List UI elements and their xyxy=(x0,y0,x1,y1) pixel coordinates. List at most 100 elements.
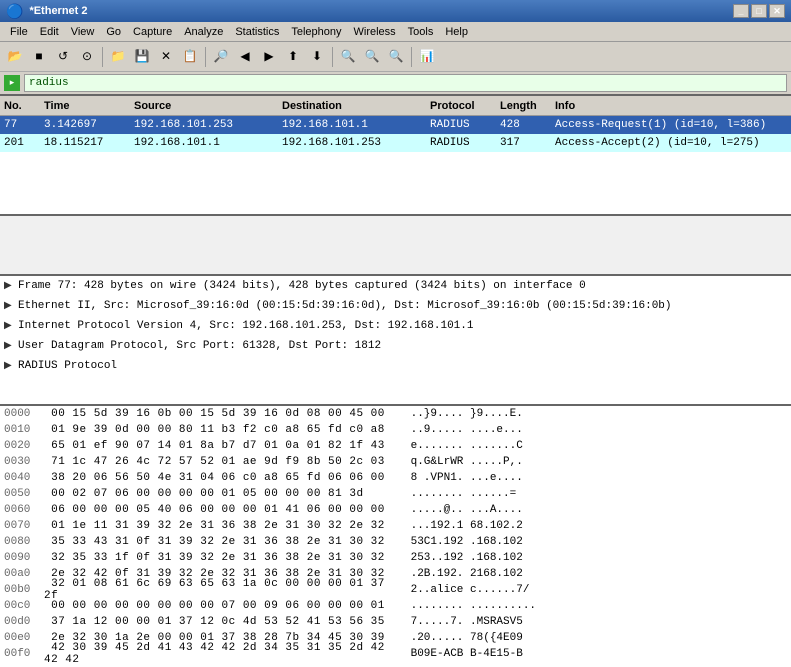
menu-view[interactable]: View xyxy=(65,25,101,39)
menu-statistics[interactable]: Statistics xyxy=(229,25,285,39)
hex-row-00f0[interactable]: 00f0 42 30 39 45 2d 41 43 42 42 2d 34 35… xyxy=(0,646,791,662)
hex-row-0050[interactable]: 0050 00 02 07 06 00 00 00 00 01 05 00 00… xyxy=(0,486,791,502)
hex-row-00b0[interactable]: 00b0 32 01 08 61 6c 69 63 65 63 1a 0c 00… xyxy=(0,582,791,598)
hex-offset: 00b0 xyxy=(4,584,44,596)
detail-row-ethernet[interactable]: ▶ Ethernet II, Src: Microsof_39:16:0d (0… xyxy=(0,296,791,316)
packet-detail: ▶ Frame 77: 428 bytes on wire (3424 bits… xyxy=(0,276,791,406)
toolbar-open-file[interactable]: 📁 xyxy=(107,46,129,68)
filter-input[interactable] xyxy=(24,74,787,92)
toolbar-last[interactable]: ⬇ xyxy=(306,46,328,68)
hex-ascii: ........ ......= xyxy=(404,488,787,500)
hex-offset: 00c0 xyxy=(4,600,44,612)
hex-row-0000[interactable]: 0000 00 15 5d 39 16 0b 00 15 5d 39 16 0d… xyxy=(0,406,791,422)
toolbar-zoom-in[interactable]: 🔍 xyxy=(337,46,359,68)
hex-bytes: 42 30 39 45 2d 41 43 42 42 2d 34 35 31 3… xyxy=(44,642,404,666)
hex-ascii: ...192.1 68.102.2 xyxy=(404,520,787,532)
detail-row-frame[interactable]: ▶ Frame 77: 428 bytes on wire (3424 bits… xyxy=(0,276,791,296)
hex-bytes: 71 1c 47 26 4c 72 57 52 01 ae 9d f9 8b 5… xyxy=(44,456,404,468)
hex-row-0080[interactable]: 0080 35 33 43 31 0f 31 39 32 2e 31 36 38… xyxy=(0,534,791,550)
detail-udp-text: User Datagram Protocol, Src Port: 61328,… xyxy=(18,340,381,352)
expand-icon-ip: ▶ xyxy=(4,320,14,332)
hex-row-00c0[interactable]: 00c0 00 00 00 00 00 00 00 00 07 00 09 06… xyxy=(0,598,791,614)
spacer-area xyxy=(0,216,791,276)
toolbar-restart-button[interactable]: ↺ xyxy=(52,46,74,68)
menu-bar: File Edit View Go Capture Analyze Statis… xyxy=(0,22,791,42)
expand-icon-ethernet: ▶ xyxy=(4,300,14,312)
hex-ascii: 253..192 .168.102 xyxy=(404,552,787,564)
detail-row-udp[interactable]: ▶ User Datagram Protocol, Src Port: 6132… xyxy=(0,336,791,356)
col-header-proto: Protocol xyxy=(426,100,496,112)
col-header-info: Info xyxy=(551,100,791,112)
expand-icon-udp: ▶ xyxy=(4,340,14,352)
detail-row-radius[interactable]: ▶ RADIUS Protocol xyxy=(0,356,791,376)
menu-wireless[interactable]: Wireless xyxy=(348,25,402,39)
toolbar-sep-2 xyxy=(205,47,206,67)
menu-tools[interactable]: Tools xyxy=(402,25,440,39)
packet-row-77[interactable]: 77 3.142697 192.168.101.253 192.168.101.… xyxy=(0,116,791,134)
hex-offset: 0000 xyxy=(4,408,44,420)
toolbar-coloring[interactable]: 📊 xyxy=(416,46,438,68)
menu-telephony[interactable]: Telephony xyxy=(285,25,347,39)
toolbar-capture-options[interactable]: ⊙ xyxy=(76,46,98,68)
hex-row-0090[interactable]: 0090 32 35 33 1f 0f 31 39 32 2e 31 36 38… xyxy=(0,550,791,566)
hex-bytes: 00 00 00 00 00 00 00 00 07 00 09 06 00 0… xyxy=(44,600,404,612)
packet-list: No. Time Source Destination Protocol Len… xyxy=(0,96,791,216)
hex-ascii: .20..... 78({4E09 xyxy=(404,632,787,644)
detail-radius-text: RADIUS Protocol xyxy=(18,360,117,372)
menu-edit[interactable]: Edit xyxy=(34,25,65,39)
col-header-len: Length xyxy=(496,100,551,112)
hex-row-0010[interactable]: 0010 01 9e 39 0d 00 00 80 11 b3 f2 c0 a8… xyxy=(0,422,791,438)
close-button[interactable]: ✕ xyxy=(769,4,785,18)
detail-ip-text: Internet Protocol Version 4, Src: 192.16… xyxy=(18,320,473,332)
toolbar-prev[interactable]: ◀ xyxy=(234,46,256,68)
toolbar-close[interactable]: ✕ xyxy=(155,46,177,68)
col-header-time: Time xyxy=(40,100,130,112)
hex-dump: 0000 00 15 5d 39 16 0b 00 15 5d 39 16 0d… xyxy=(0,406,791,667)
detail-row-ip[interactable]: ▶ Internet Protocol Version 4, Src: 192.… xyxy=(0,316,791,336)
hex-offset: 0070 xyxy=(4,520,44,532)
detail-ethernet-text: Ethernet II, Src: Microsof_39:16:0d (00:… xyxy=(18,300,672,312)
hex-ascii: .2B.192. 2168.102 xyxy=(404,568,787,580)
toolbar-stop-button[interactable]: ■ xyxy=(28,46,50,68)
menu-go[interactable]: Go xyxy=(100,25,127,39)
toolbar-zoom-out[interactable]: 🔍 xyxy=(361,46,383,68)
maximize-button[interactable]: □ xyxy=(751,4,767,18)
hex-row-0020[interactable]: 0020 65 01 ef 90 07 14 01 8a b7 d7 01 0a… xyxy=(0,438,791,454)
expand-icon-radius: ▶ xyxy=(4,360,14,372)
hex-row-00d0[interactable]: 00d0 37 1a 12 00 00 01 37 12 0c 4d 53 52… xyxy=(0,614,791,630)
hex-row-0060[interactable]: 0060 06 00 00 00 05 40 06 00 00 00 01 41… xyxy=(0,502,791,518)
menu-help[interactable]: Help xyxy=(439,25,474,39)
hex-row-0030[interactable]: 0030 71 1c 47 26 4c 72 57 52 01 ae 9d f9… xyxy=(0,454,791,470)
pkt-time-77: 3.142697 xyxy=(40,119,130,131)
hex-offset: 00a0 xyxy=(4,568,44,580)
menu-file[interactable]: File xyxy=(4,25,34,39)
toolbar-next[interactable]: ▶ xyxy=(258,46,280,68)
pkt-time-201: 18.115217 xyxy=(40,137,130,149)
toolbar-save[interactable]: 💾 xyxy=(131,46,153,68)
hex-offset: 00f0 xyxy=(4,648,44,660)
hex-bytes: 65 01 ef 90 07 14 01 8a b7 d7 01 0a 01 8… xyxy=(44,440,404,452)
toolbar-first[interactable]: ⬆ xyxy=(282,46,304,68)
toolbar-reload[interactable]: 📋 xyxy=(179,46,201,68)
toolbar-sep-4 xyxy=(411,47,412,67)
toolbar-zoom-normal[interactable]: 🔍 xyxy=(385,46,407,68)
toolbar-open-button[interactable]: 📂 xyxy=(4,46,26,68)
hex-row-0070[interactable]: 0070 01 1e 11 31 39 32 2e 31 36 38 2e 31… xyxy=(0,518,791,534)
col-header-no: No. xyxy=(0,100,40,112)
minimize-button[interactable]: _ xyxy=(733,4,749,18)
hex-bytes: 01 9e 39 0d 00 00 80 11 b3 f2 c0 a8 65 f… xyxy=(44,424,404,436)
hex-offset: 0090 xyxy=(4,552,44,564)
toolbar: 📂 ■ ↺ ⊙ 📁 💾 ✕ 📋 🔎 ◀ ▶ ⬆ ⬇ 🔍 🔍 🔍 📊 xyxy=(0,42,791,72)
menu-analyze[interactable]: Analyze xyxy=(178,25,229,39)
pkt-proto-201: RADIUS xyxy=(426,137,496,149)
pkt-info-77: Access-Request(1) (id=10, l=386) xyxy=(551,119,791,131)
hex-offset: 0020 xyxy=(4,440,44,452)
pkt-src-77: 192.168.101.253 xyxy=(130,119,278,131)
hex-row-0040[interactable]: 0040 38 20 06 56 50 4e 31 04 06 c0 a8 65… xyxy=(0,470,791,486)
hex-bytes: 06 00 00 00 05 40 06 00 00 00 01 41 06 0… xyxy=(44,504,404,516)
menu-capture[interactable]: Capture xyxy=(127,25,178,39)
hex-ascii: q.G&LrWR .....P,. xyxy=(404,456,787,468)
toolbar-find[interactable]: 🔎 xyxy=(210,46,232,68)
packet-row-201[interactable]: 201 18.115217 192.168.101.1 192.168.101.… xyxy=(0,134,791,152)
pkt-no-201: 201 xyxy=(0,137,40,149)
